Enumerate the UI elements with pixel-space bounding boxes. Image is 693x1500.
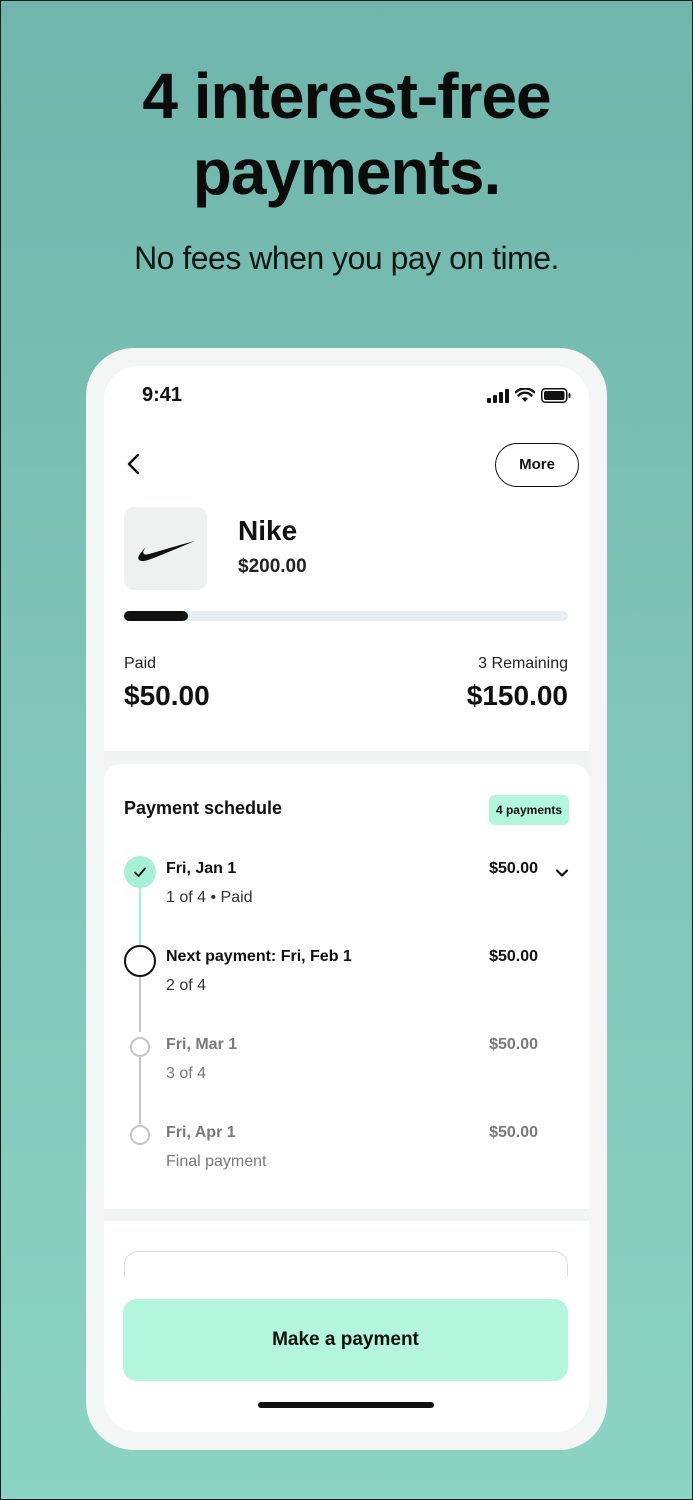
make-payment-button[interactable]: Make a payment	[123, 1299, 568, 1381]
cellular-signal-icon	[487, 389, 509, 408]
next-payment-dot	[124, 945, 156, 977]
paid-label: Paid	[124, 655, 157, 672]
merchant-logo	[124, 507, 207, 590]
chevron-left-icon	[127, 453, 140, 475]
battery-icon	[541, 388, 571, 408]
merchant-name: Nike	[238, 515, 298, 546]
more-button[interactable]: More	[495, 443, 579, 487]
promo-subheadline: No fees when you pay on time.	[134, 240, 559, 276]
back-button[interactable]	[120, 450, 148, 478]
phone-screen: 9:41 More Nike $200.00 Paid $50.00 3 Rem…	[104, 366, 589, 1432]
order-total: $200.00	[238, 556, 307, 577]
payment-progress-fill	[124, 611, 188, 621]
remaining-label: 3 Remaining	[478, 655, 568, 672]
payment-4-amount: $50.00	[489, 1124, 538, 1141]
expand-chevron-button[interactable]	[555, 866, 569, 880]
remaining-amount: $150.00	[466, 680, 568, 711]
payment-2-date: Next payment: Fri, Feb 1	[166, 948, 352, 965]
payment-3-status: 3 of 4	[166, 1065, 207, 1082]
payment-4-status: Final payment	[166, 1153, 267, 1170]
payments-count-badge: 4 payments	[488, 795, 569, 825]
nike-swoosh-icon	[138, 541, 195, 562]
checkmark-icon	[134, 867, 146, 877]
timeline-line-upcoming-2	[139, 1057, 141, 1124]
payment-1-amount: $50.00	[489, 860, 538, 877]
payment-2-status: 2 of 4	[166, 977, 207, 994]
home-indicator	[258, 1402, 434, 1408]
payment-3-date: Fri, Mar 1	[166, 1036, 238, 1053]
payment-4-date: Fri, Apr 1	[166, 1124, 236, 1141]
chevron-down-icon	[555, 869, 569, 877]
final-payment-dot	[130, 1125, 150, 1145]
payment-2-amount: $50.00	[489, 948, 538, 965]
headline-line-1: 4 interest-free	[142, 60, 551, 132]
timeline-line-paid	[139, 886, 141, 948]
payment-progress-track	[124, 611, 568, 621]
status-bar: 9:41	[104, 366, 589, 426]
upcoming-payment-dot	[130, 1037, 150, 1057]
status-icons	[487, 387, 571, 408]
paid-status-dot	[124, 856, 156, 888]
wifi-icon	[514, 387, 536, 408]
status-time: 9:41	[142, 384, 183, 406]
promo-headline: 4 interest-free payments.	[0, 58, 693, 210]
payment-1-status: 1 of 4 • Paid	[166, 889, 253, 906]
paid-amount: $50.00	[124, 680, 210, 711]
payment-3-amount: $50.00	[489, 1036, 538, 1053]
timeline-line-upcoming-1	[139, 976, 141, 1032]
payment-1-date: Fri, Jan 1	[166, 860, 237, 877]
headline-line-2: payments.	[192, 136, 502, 208]
schedule-title: Payment schedule	[124, 798, 283, 818]
